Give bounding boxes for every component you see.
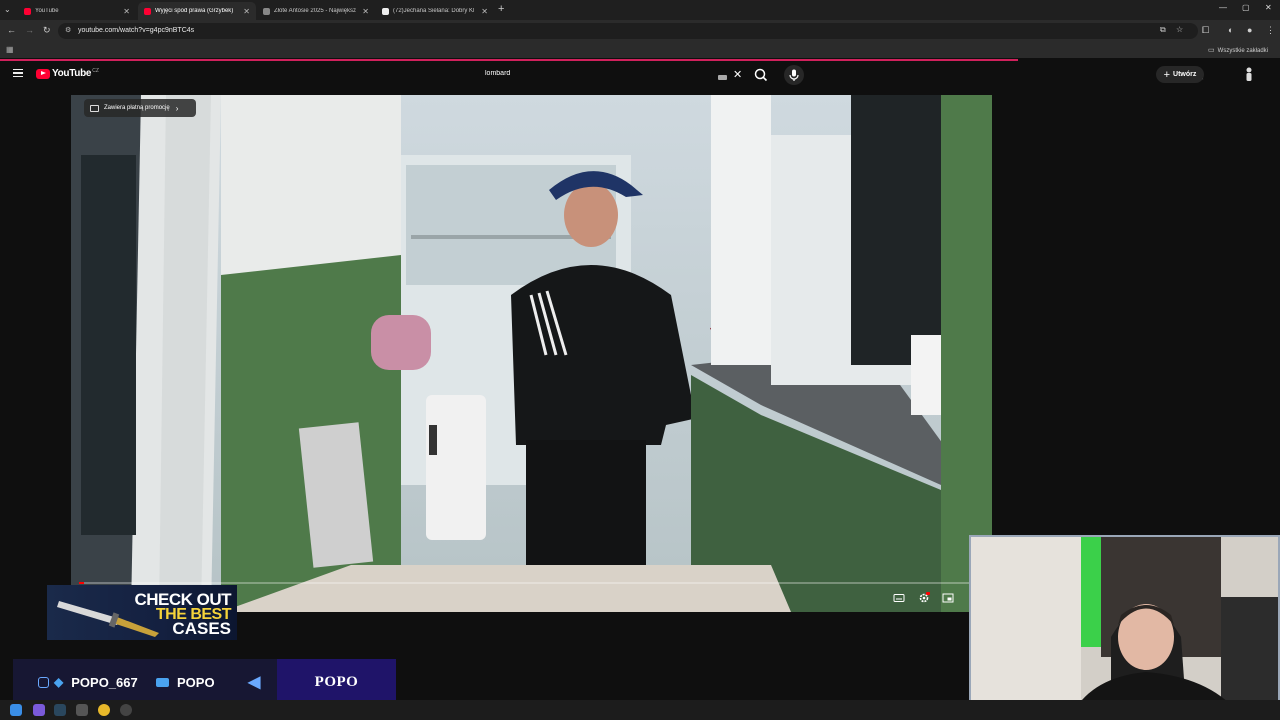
profile-icon[interactable]: ◐: [1228, 25, 1233, 35]
search-box[interactable]: ✕: [478, 65, 742, 85]
browser-tab-strip: ⌄ YouTube ✕ Wyjęci spod prawa (Grzybek) …: [0, 0, 1280, 20]
streamer-webcam: [969, 535, 1280, 714]
video-progress-fill: [79, 582, 84, 584]
youtube-icon: [156, 677, 169, 687]
forward-icon[interactable]: →: [25, 25, 34, 35]
browser-tab-active[interactable]: Wyjęci spod prawa (Grzybek) ✕: [138, 2, 256, 20]
url-text[interactable]: youtube.com/watch?v=g4pc9nBTC4s: [78, 27, 194, 34]
page-favicon-icon: [263, 7, 270, 15]
browser-tab[interactable]: (72)Jechana Sielana: Dobry Kl ✕: [376, 2, 494, 20]
install-app-icon[interactable]: ⧉: [1160, 25, 1166, 35]
miniplayer-icon[interactable]: [942, 591, 954, 603]
site-info-icon[interactable]: ⚙: [65, 26, 71, 34]
streamer-social-bar: ◆ POPO_667 POPO ◀ POPO: [13, 659, 396, 705]
browser-tab[interactable]: Złote Antosie 2025 - Największ ✕: [257, 2, 375, 20]
twitter-handle: POPO_667: [71, 674, 138, 690]
instagram-icon: [38, 676, 49, 688]
twitter-icon: ◆: [54, 675, 64, 689]
clear-search-icon[interactable]: ✕: [733, 68, 742, 81]
chevron-right-icon: ›: [175, 103, 179, 113]
close-tab-icon[interactable]: ✕: [481, 7, 488, 16]
minimize-icon[interactable]: —: [1219, 3, 1227, 12]
back-icon[interactable]: ←: [7, 25, 16, 35]
paid-promotion-badge[interactable]: Zawiera płatną promocję ›: [84, 99, 196, 117]
browser-tab[interactable]: YouTube ✕: [18, 2, 136, 20]
youtube-header: YouTube CZ ✕: [0, 61, 1280, 89]
apps-grid-icon[interactable]: ▦: [6, 45, 14, 54]
youtube-logo[interactable]: YouTube CZ: [36, 68, 99, 79]
settings-gear-icon[interactable]: [918, 591, 930, 603]
more-menu-icon[interactable]: ⋮: [1266, 25, 1275, 36]
keyboard-icon[interactable]: [718, 75, 727, 80]
tiktok-favicon-icon: [382, 7, 389, 15]
bookmarks-bar: ▦ ▭ Wszystkie zakładki: [0, 42, 1280, 58]
video-frame-pawnshop-scene: [71, 95, 992, 612]
webcam-feed: [971, 537, 1278, 712]
chrome-icon[interactable]: [98, 704, 110, 716]
steam-icon[interactable]: [54, 704, 66, 716]
video-player[interactable]: [71, 95, 992, 612]
tab-title: YouTube: [35, 8, 59, 14]
youtube-favicon-icon: [24, 7, 31, 15]
account-icon[interactable]: ●: [1247, 25, 1252, 35]
youtube-play-icon: [36, 68, 50, 79]
check-out-cases-banner: CHECK OUT THE BEST CASES: [47, 585, 237, 640]
browser-toolbar: ← → ↻ ⚙ youtube.com/watch?v=g4pc9nBTC4s …: [0, 20, 1280, 42]
youtube-channel-name: POPO: [177, 674, 215, 690]
youtube-logo-text: YouTube: [52, 68, 92, 79]
kick-icon: ◀: [248, 674, 261, 691]
close-tab-icon[interactable]: ✕: [243, 7, 250, 16]
start-menu-icon[interactable]: [10, 704, 22, 716]
video-progress-bar[interactable]: [79, 582, 985, 584]
discord-icon[interactable]: [33, 704, 45, 716]
bookmark-star-icon[interactable]: ☆: [1176, 25, 1183, 34]
search-button[interactable]: [750, 61, 772, 89]
country-code: CZ: [92, 67, 99, 74]
close-tab-icon[interactable]: ✕: [123, 7, 130, 16]
reload-icon[interactable]: ↻: [43, 25, 51, 36]
paid-promotion-icon: [90, 104, 99, 112]
all-bookmarks-button[interactable]: ▭ Wszystkie zakładki: [1208, 46, 1268, 54]
create-button[interactable]: + Utwórz: [1156, 66, 1204, 83]
paid-promotion-label: Zawiera płatną promocję: [104, 105, 170, 111]
banner-line-3: CASES: [172, 619, 231, 638]
app-icon[interactable]: [76, 704, 88, 716]
os-taskbar: [0, 700, 1280, 720]
folder-icon: ▭: [1208, 47, 1215, 54]
extensions-icon[interactable]: ⧠: [1202, 25, 1209, 36]
all-bookmarks-label: Wszystkie zakładki: [1217, 48, 1268, 54]
obs-icon[interactable]: [120, 704, 132, 716]
avatar[interactable]: [1241, 66, 1257, 82]
search-input[interactable]: [485, 70, 705, 77]
voice-search-mic-icon[interactable]: [784, 65, 804, 85]
tab-title: Wyjęci spod prawa (Grzybek): [155, 8, 234, 14]
hamburger-menu-icon[interactable]: [13, 69, 23, 77]
brand-name: POPO: [277, 659, 396, 705]
create-label: Utwórz: [1173, 71, 1197, 78]
tab-title: (72)Jechana Sielana: Dobry Kl: [393, 8, 475, 14]
tab-title: Złote Antosie 2025 - Największ: [274, 8, 357, 14]
tab-search-icon[interactable]: ⌄: [4, 5, 11, 14]
new-tab-plus-icon[interactable]: +: [498, 3, 504, 15]
maximize-icon[interactable]: ▢: [1242, 3, 1250, 12]
address-bar[interactable]: ⚙ youtube.com/watch?v=g4pc9nBTC4s ⧉ ☆: [58, 23, 1198, 39]
subtitles-icon[interactable]: [893, 591, 905, 603]
youtube-favicon-icon: [144, 7, 151, 15]
plus-icon: +: [1163, 68, 1171, 81]
close-tab-icon[interactable]: ✕: [362, 7, 369, 16]
close-window-icon[interactable]: ✕: [1265, 3, 1272, 12]
